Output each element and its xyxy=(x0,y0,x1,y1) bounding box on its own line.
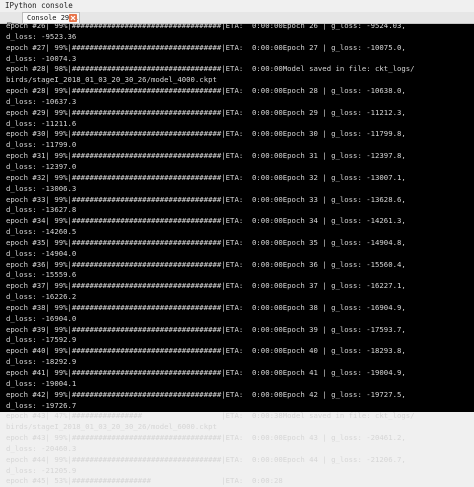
console-line: epoch #30| 99%|#########################… xyxy=(6,129,406,139)
console-line: epoch #27| 99%|#########################… xyxy=(6,42,406,52)
console-line: epoch #26| 99%|#########################… xyxy=(6,21,406,30)
console-line: birds/stageI_2018_01_03_20_30_26/model_4… xyxy=(6,75,217,85)
console-line: epoch #44| 99%|#########################… xyxy=(6,454,406,464)
console-line: d_loss: -13006.3 xyxy=(6,183,77,193)
console-line: epoch #32| 99%|#########################… xyxy=(6,172,406,182)
folder-icon[interactable] xyxy=(7,14,18,29)
console-line: epoch #29| 99%|#########################… xyxy=(6,107,406,117)
console-line: epoch #35| 99%|#########################… xyxy=(6,237,406,247)
console-line: epoch #43| 99%|#########################… xyxy=(6,433,406,443)
console-line: d_loss: -16904.0 xyxy=(6,313,77,323)
console-line: d_loss: -14260.5 xyxy=(6,227,77,237)
console-line: d_loss: -13627.8 xyxy=(6,205,77,215)
console-gutter xyxy=(0,24,4,412)
console-line: epoch #43| 47%|################ |ETA: 0:… xyxy=(6,411,415,421)
console-line: d_loss: -19004.1 xyxy=(6,378,77,388)
console-line: birds/stageI_2018_01_03_20_30_26/model_6… xyxy=(6,422,217,432)
console-line: d_loss: -11211.6 xyxy=(6,118,77,128)
pane-title: IPython console xyxy=(5,1,73,10)
console-line: epoch #28| 98%|#########################… xyxy=(6,64,415,74)
console-line: d_loss: -17592.9 xyxy=(6,335,77,345)
console-line: d_loss: -9523.36 xyxy=(6,31,77,41)
console-line: epoch #45| 53%|################## |ETA: … xyxy=(6,476,283,486)
console-line: d_loss: -16226.2 xyxy=(6,292,77,302)
console-line: epoch #41| 99%|#########################… xyxy=(6,368,406,377)
console-line: epoch #33| 99%|#########################… xyxy=(6,194,406,204)
console-pane-header: IPython console xyxy=(0,0,474,12)
console-line: epoch #42| 99%|#########################… xyxy=(6,389,406,399)
console-line: d_loss: -10637.3 xyxy=(6,96,77,106)
console-output[interactable]: epoch #26| 99%|#########################… xyxy=(0,21,474,485)
console-line: epoch #28| 99%|#########################… xyxy=(6,86,406,96)
console-line: d_loss: -11799.0 xyxy=(6,140,77,150)
console-line: d_loss: -21205.9 xyxy=(6,465,77,475)
console-line: epoch #40| 99%|#########################… xyxy=(6,346,406,356)
console-line: d_loss: -15559.6 xyxy=(6,270,77,280)
console-line: d_loss: -12397.0 xyxy=(6,161,77,171)
console-line: epoch #37| 99%|#########################… xyxy=(6,281,406,291)
console-line: d_loss: -18292.9 xyxy=(6,357,77,367)
console-line: epoch #39| 99%|#########################… xyxy=(6,324,406,334)
console-line: epoch #31| 99%|#########################… xyxy=(6,151,406,161)
console-line: d_loss: -20460.3 xyxy=(6,443,77,453)
console-line: epoch #36| 99%|#########################… xyxy=(6,259,406,269)
console-line: d_loss: -14904.0 xyxy=(6,248,77,258)
console-line: d_loss: -19726.7 xyxy=(6,400,77,410)
console-line: epoch #34| 99%|#########################… xyxy=(6,216,406,226)
console-line: epoch #38| 99%|#########################… xyxy=(6,302,406,312)
console-line: d_loss: -10074.3 xyxy=(6,53,77,63)
console-lines: epoch #26| 99%|#########################… xyxy=(6,21,415,487)
